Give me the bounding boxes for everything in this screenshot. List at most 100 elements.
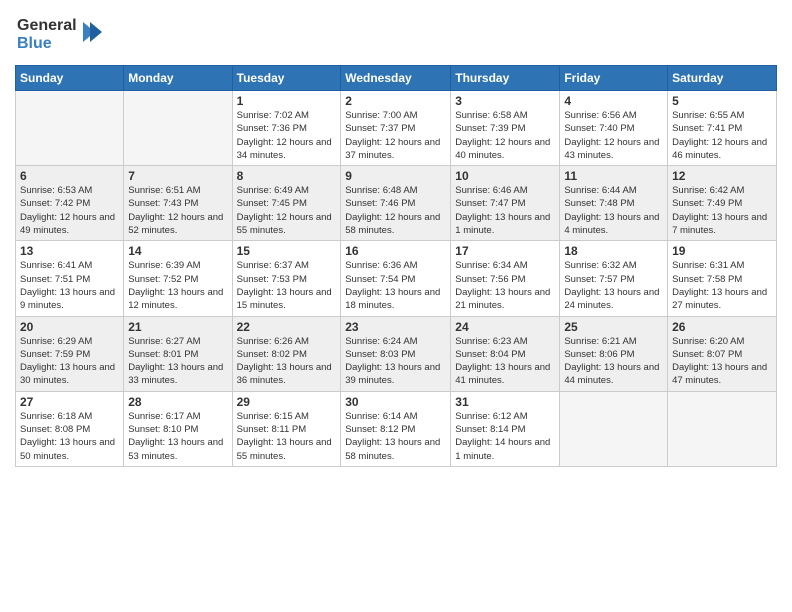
day-number: 18: [564, 244, 663, 258]
col-wednesday: Wednesday: [341, 66, 451, 91]
calendar-cell: 28Sunrise: 6:17 AMSunset: 8:10 PMDayligh…: [124, 391, 232, 466]
day-number: 29: [237, 395, 337, 409]
day-info: Sunrise: 6:27 AMSunset: 8:01 PMDaylight:…: [128, 335, 227, 388]
day-info: Sunrise: 6:24 AMSunset: 8:03 PMDaylight:…: [345, 335, 446, 388]
day-number: 3: [455, 94, 555, 108]
day-info: Sunrise: 6:17 AMSunset: 8:10 PMDaylight:…: [128, 410, 227, 463]
day-info: Sunrise: 6:26 AMSunset: 8:02 PMDaylight:…: [237, 335, 337, 388]
calendar-cell: 31Sunrise: 6:12 AMSunset: 8:14 PMDayligh…: [451, 391, 560, 466]
day-info: Sunrise: 6:37 AMSunset: 7:53 PMDaylight:…: [237, 259, 337, 312]
calendar-cell: 11Sunrise: 6:44 AMSunset: 7:48 PMDayligh…: [560, 166, 668, 241]
week-row-2: 6Sunrise: 6:53 AMSunset: 7:42 PMDaylight…: [16, 166, 777, 241]
calendar-cell: 19Sunrise: 6:31 AMSunset: 7:58 PMDayligh…: [668, 241, 777, 316]
week-row-3: 13Sunrise: 6:41 AMSunset: 7:51 PMDayligh…: [16, 241, 777, 316]
svg-text:General: General: [17, 17, 77, 34]
day-number: 30: [345, 395, 446, 409]
day-number: 19: [672, 244, 772, 258]
day-number: 25: [564, 320, 663, 334]
day-number: 27: [20, 395, 119, 409]
day-info: Sunrise: 6:41 AMSunset: 7:51 PMDaylight:…: [20, 259, 119, 312]
svg-text:Blue: Blue: [17, 35, 52, 52]
calendar-cell: 3Sunrise: 6:58 AMSunset: 7:39 PMDaylight…: [451, 91, 560, 166]
calendar-cell: [124, 91, 232, 166]
calendar-cell: 30Sunrise: 6:14 AMSunset: 8:12 PMDayligh…: [341, 391, 451, 466]
day-number: 9: [345, 169, 446, 183]
day-info: Sunrise: 6:39 AMSunset: 7:52 PMDaylight:…: [128, 259, 227, 312]
calendar-cell: 2Sunrise: 7:00 AMSunset: 7:37 PMDaylight…: [341, 91, 451, 166]
day-number: 22: [237, 320, 337, 334]
calendar-cell: 17Sunrise: 6:34 AMSunset: 7:56 PMDayligh…: [451, 241, 560, 316]
calendar-cell: 15Sunrise: 6:37 AMSunset: 7:53 PMDayligh…: [232, 241, 341, 316]
calendar-cell: 14Sunrise: 6:39 AMSunset: 7:52 PMDayligh…: [124, 241, 232, 316]
day-info: Sunrise: 6:31 AMSunset: 7:58 PMDaylight:…: [672, 259, 772, 312]
calendar-table: Sunday Monday Tuesday Wednesday Thursday…: [15, 65, 777, 467]
calendar-cell: 18Sunrise: 6:32 AMSunset: 7:57 PMDayligh…: [560, 241, 668, 316]
logo: General Blue: [15, 10, 105, 59]
calendar-cell: 8Sunrise: 6:49 AMSunset: 7:45 PMDaylight…: [232, 166, 341, 241]
day-info: Sunrise: 6:20 AMSunset: 8:07 PMDaylight:…: [672, 335, 772, 388]
day-number: 11: [564, 169, 663, 183]
col-saturday: Saturday: [668, 66, 777, 91]
page: General Blue Sunday Monday Tuesday Wedne…: [0, 0, 792, 612]
day-info: Sunrise: 6:55 AMSunset: 7:41 PMDaylight:…: [672, 109, 772, 162]
calendar-cell: 9Sunrise: 6:48 AMSunset: 7:46 PMDaylight…: [341, 166, 451, 241]
day-number: 14: [128, 244, 227, 258]
day-number: 4: [564, 94, 663, 108]
week-row-4: 20Sunrise: 6:29 AMSunset: 7:59 PMDayligh…: [16, 316, 777, 391]
day-info: Sunrise: 6:51 AMSunset: 7:43 PMDaylight:…: [128, 184, 227, 237]
col-friday: Friday: [560, 66, 668, 91]
day-number: 31: [455, 395, 555, 409]
day-info: Sunrise: 6:53 AMSunset: 7:42 PMDaylight:…: [20, 184, 119, 237]
day-info: Sunrise: 6:34 AMSunset: 7:56 PMDaylight:…: [455, 259, 555, 312]
day-number: 21: [128, 320, 227, 334]
day-info: Sunrise: 6:14 AMSunset: 8:12 PMDaylight:…: [345, 410, 446, 463]
day-info: Sunrise: 7:02 AMSunset: 7:36 PMDaylight:…: [237, 109, 337, 162]
day-number: 10: [455, 169, 555, 183]
day-number: 16: [345, 244, 446, 258]
calendar-cell: 13Sunrise: 6:41 AMSunset: 7:51 PMDayligh…: [16, 241, 124, 316]
col-tuesday: Tuesday: [232, 66, 341, 91]
day-info: Sunrise: 6:58 AMSunset: 7:39 PMDaylight:…: [455, 109, 555, 162]
day-info: Sunrise: 6:23 AMSunset: 8:04 PMDaylight:…: [455, 335, 555, 388]
day-info: Sunrise: 6:44 AMSunset: 7:48 PMDaylight:…: [564, 184, 663, 237]
day-number: 5: [672, 94, 772, 108]
week-row-1: 1Sunrise: 7:02 AMSunset: 7:36 PMDaylight…: [16, 91, 777, 166]
day-info: Sunrise: 6:42 AMSunset: 7:49 PMDaylight:…: [672, 184, 772, 237]
day-info: Sunrise: 7:00 AMSunset: 7:37 PMDaylight:…: [345, 109, 446, 162]
calendar-cell: 10Sunrise: 6:46 AMSunset: 7:47 PMDayligh…: [451, 166, 560, 241]
calendar-cell: [560, 391, 668, 466]
day-number: 8: [237, 169, 337, 183]
calendar-cell: [668, 391, 777, 466]
calendar-cell: 12Sunrise: 6:42 AMSunset: 7:49 PMDayligh…: [668, 166, 777, 241]
col-sunday: Sunday: [16, 66, 124, 91]
calendar-cell: 29Sunrise: 6:15 AMSunset: 8:11 PMDayligh…: [232, 391, 341, 466]
day-info: Sunrise: 6:15 AMSunset: 8:11 PMDaylight:…: [237, 410, 337, 463]
calendar-cell: 24Sunrise: 6:23 AMSunset: 8:04 PMDayligh…: [451, 316, 560, 391]
day-number: 1: [237, 94, 337, 108]
day-number: 20: [20, 320, 119, 334]
day-number: 23: [345, 320, 446, 334]
calendar-cell: 22Sunrise: 6:26 AMSunset: 8:02 PMDayligh…: [232, 316, 341, 391]
day-number: 17: [455, 244, 555, 258]
day-number: 28: [128, 395, 227, 409]
calendar-cell: 27Sunrise: 6:18 AMSunset: 8:08 PMDayligh…: [16, 391, 124, 466]
calendar-header-row: Sunday Monday Tuesday Wednesday Thursday…: [16, 66, 777, 91]
day-info: Sunrise: 6:29 AMSunset: 7:59 PMDaylight:…: [20, 335, 119, 388]
day-number: 24: [455, 320, 555, 334]
day-info: Sunrise: 6:48 AMSunset: 7:46 PMDaylight:…: [345, 184, 446, 237]
calendar-cell: 20Sunrise: 6:29 AMSunset: 7:59 PMDayligh…: [16, 316, 124, 391]
day-info: Sunrise: 6:36 AMSunset: 7:54 PMDaylight:…: [345, 259, 446, 312]
calendar-cell: 25Sunrise: 6:21 AMSunset: 8:06 PMDayligh…: [560, 316, 668, 391]
calendar-cell: 1Sunrise: 7:02 AMSunset: 7:36 PMDaylight…: [232, 91, 341, 166]
calendar-cell: [16, 91, 124, 166]
header: General Blue: [15, 10, 777, 59]
day-number: 12: [672, 169, 772, 183]
day-info: Sunrise: 6:56 AMSunset: 7:40 PMDaylight:…: [564, 109, 663, 162]
day-number: 2: [345, 94, 446, 108]
logo-text: General Blue: [15, 10, 105, 59]
day-number: 13: [20, 244, 119, 258]
col-monday: Monday: [124, 66, 232, 91]
day-info: Sunrise: 6:46 AMSunset: 7:47 PMDaylight:…: [455, 184, 555, 237]
calendar-cell: 21Sunrise: 6:27 AMSunset: 8:01 PMDayligh…: [124, 316, 232, 391]
calendar-cell: 6Sunrise: 6:53 AMSunset: 7:42 PMDaylight…: [16, 166, 124, 241]
